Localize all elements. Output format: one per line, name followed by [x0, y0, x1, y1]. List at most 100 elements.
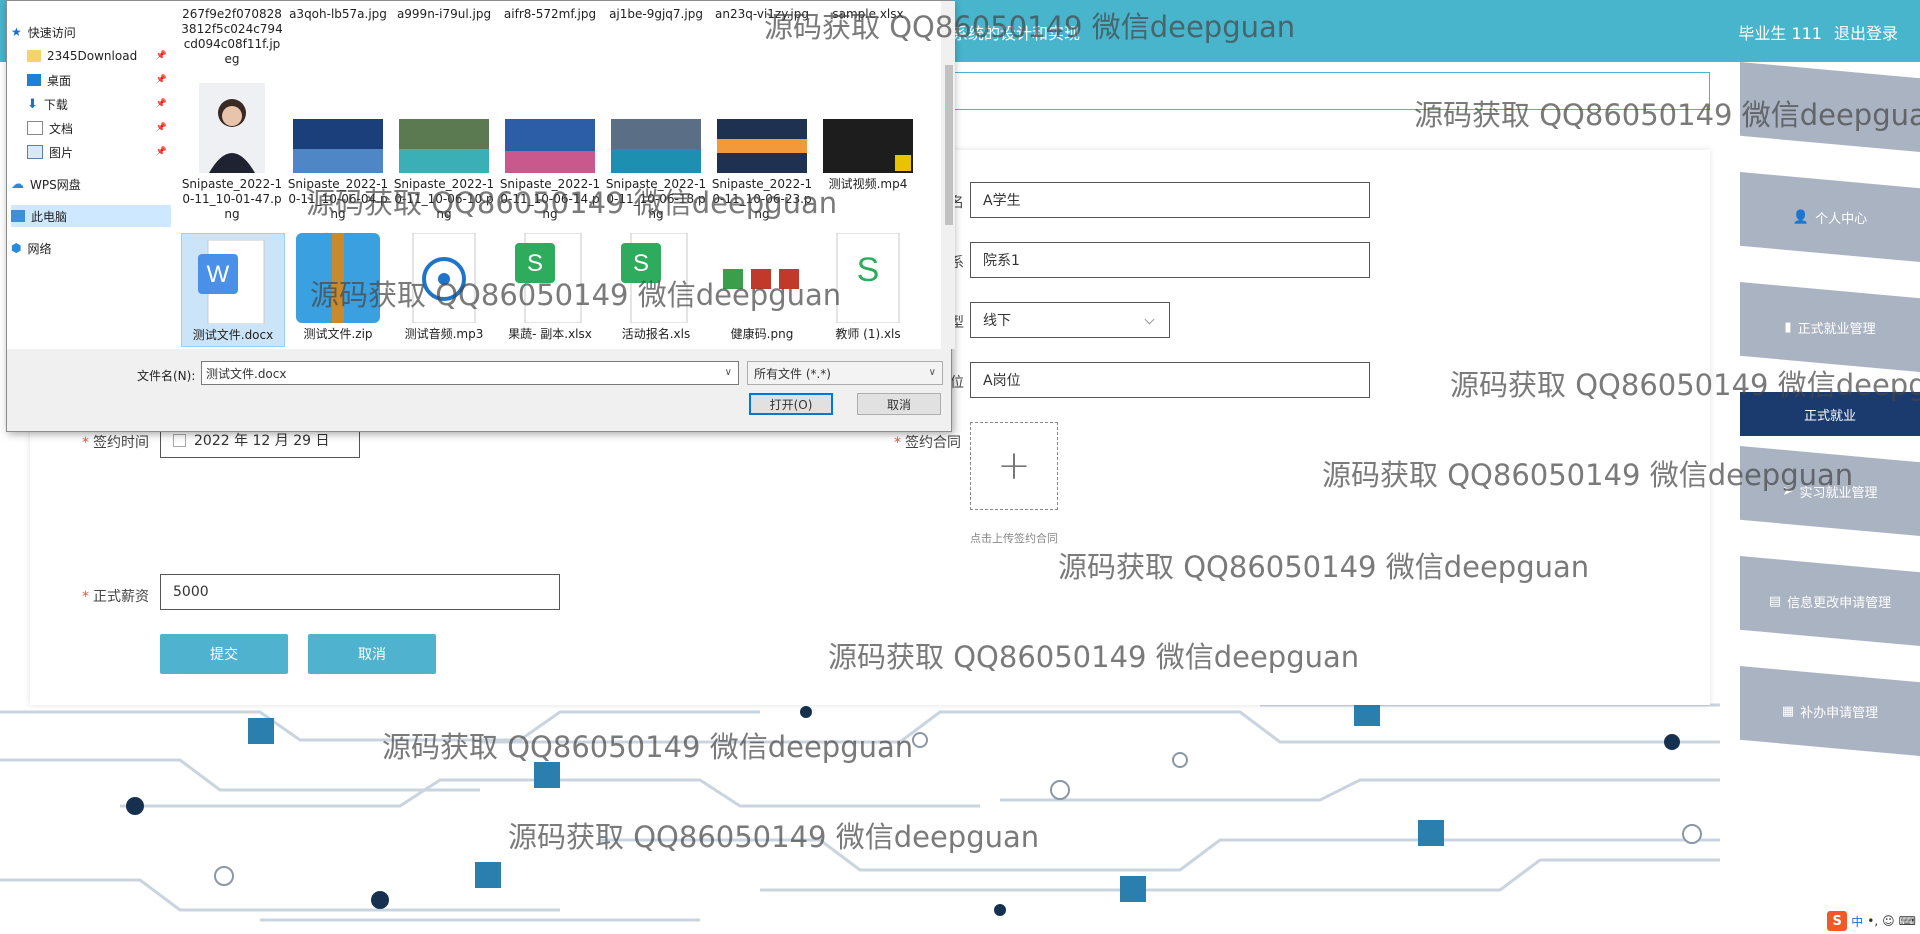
- desktop-icon: [27, 74, 41, 86]
- file-name: Snipaste_2022-10-11_10-06-18.png: [605, 177, 707, 221]
- nav-label: 下载: [43, 97, 68, 112]
- grid-icon: ▦: [1781, 703, 1795, 719]
- sidebar-item-reissue[interactable]: ▦ 补办申请管理: [1740, 666, 1920, 756]
- dept-field[interactable]: 院系1: [970, 242, 1370, 278]
- ime-mode[interactable]: 中: [1851, 913, 1863, 930]
- nav-downloads[interactable]: ⬇ 下载 📌: [27, 93, 171, 115]
- svg-text:S: S: [527, 250, 543, 277]
- sidebar-item-personal-center[interactable]: 👤 个人中心: [1740, 172, 1920, 262]
- file-item[interactable]: a3qoh-lb57a.jpg: [287, 7, 389, 22]
- sogou-ime-icon[interactable]: S: [1827, 911, 1848, 931]
- file-name: Snipaste_2022-10-11_10-06-14.png: [499, 177, 601, 221]
- network-icon: ⬢: [11, 241, 22, 255]
- file-item[interactable]: a999n-i79ul.jpg: [393, 7, 495, 22]
- file-name: Snipaste_2022-10-11_10-06-10.png: [393, 177, 495, 221]
- contract-upload[interactable]: +: [970, 422, 1058, 510]
- file-item[interactable]: sample.xlsx: [817, 7, 919, 22]
- picture-icon: [27, 145, 43, 159]
- file-item[interactable]: 267f9e2f0708283812f5c024c794cd094c08f11f…: [181, 7, 283, 67]
- sidebar-item-employment[interactable]: 正式就业: [1740, 392, 1920, 436]
- file-name: 教师 (1).xls: [835, 327, 901, 341]
- file-item[interactable]: Snipaste_2022-10-11_10-06-04.png: [287, 119, 389, 222]
- system-tray: S 中 •, ☺ ⌨: [1827, 910, 1916, 932]
- sidebar-item-internship-management[interactable]: ➤ 实习就业管理: [1740, 446, 1920, 536]
- name-field[interactable]: A学生: [970, 182, 1370, 218]
- file-item[interactable]: Snipaste_2022-10-11_10-01-47.png: [181, 83, 283, 222]
- nav-2345download[interactable]: 2345Download 📌: [27, 45, 171, 67]
- nav-pictures[interactable]: 图片 📌: [27, 141, 171, 163]
- sidebar-item-label: 补办申请管理: [1800, 705, 1879, 721]
- file-name: an23q-vi1zy.jpg: [715, 7, 809, 21]
- image-thumbnail: [505, 119, 595, 173]
- position-field[interactable]: A岗位: [970, 362, 1370, 398]
- upload-hint: 点击上传签约合同: [970, 532, 1058, 545]
- nav-desktop[interactable]: 桌面 📌: [27, 69, 171, 91]
- video-thumbnail: [823, 119, 913, 173]
- file-type-select[interactable]: 所有文件 (*.*) ∨: [747, 361, 943, 385]
- file-item[interactable]: aj1be-9gjq7.jpg: [605, 7, 707, 22]
- file-item[interactable]: Snipaste_2022-10-11_10-06-14.png: [499, 119, 601, 222]
- send-icon: ➤: [1782, 483, 1794, 499]
- contract-label: * 签约合同: [894, 432, 961, 452]
- file-open-dialog: ★ 快速访问 2345Download 📌 桌面 📌 ⬇ 下载 📌 文档 📌 图…: [6, 0, 955, 432]
- nav-label: 快速访问: [27, 25, 76, 40]
- dialog-cancel-button[interactable]: 取消: [857, 393, 941, 415]
- dialog-navigation-pane: ★ 快速访问 2345Download 📌 桌面 📌 ⬇ 下载 📌 文档 📌 图…: [7, 1, 179, 349]
- image-thumbnail: [717, 233, 807, 323]
- logout-link[interactable]: 退出登录: [1834, 20, 1898, 44]
- image-thumbnail: [293, 119, 383, 173]
- nav-quick-access[interactable]: ★ 快速访问: [11, 21, 171, 43]
- portrait-thumbnail: [199, 83, 265, 173]
- chevron-down-icon[interactable]: ∨: [725, 367, 732, 378]
- chevron-down-icon[interactable]: ∨: [929, 367, 936, 378]
- scrollbar-thumb[interactable]: [945, 65, 953, 225]
- nav-this-pc[interactable]: 此电脑: [11, 205, 171, 227]
- file-name: Snipaste_2022-10-11_10-06-23.png: [711, 177, 813, 221]
- file-item[interactable]: 健康码.png: [711, 233, 813, 342]
- nav-documents[interactable]: 文档 📌: [27, 117, 171, 139]
- sidebar-item-label: 信息更改申请管理: [1787, 595, 1892, 611]
- nav-network[interactable]: ⬢ 网络: [11, 237, 171, 259]
- word-document-icon: W: [198, 240, 265, 324]
- nav-label: 图片: [49, 145, 74, 160]
- type-select[interactable]: 线下: [970, 302, 1170, 338]
- file-item[interactable]: an23q-vi1zy.jpg: [711, 7, 813, 22]
- cloud-icon: ☁: [11, 176, 24, 192]
- file-item[interactable]: aifr8-572mf.jpg: [499, 7, 601, 22]
- keyboard-icon[interactable]: ⌨: [1899, 914, 1916, 928]
- file-item[interactable]: Snipaste_2022-10-11_10-06-18.png: [605, 119, 707, 222]
- contract-label-text: 签约合同: [905, 435, 961, 451]
- file-item[interactable]: S 活动报名.xls: [605, 233, 707, 342]
- punctuation-mode[interactable]: •,: [1867, 914, 1878, 928]
- nav-wps-cloud[interactable]: ☁ WPS网盘: [11, 173, 171, 195]
- file-name: aj1be-9gjq7.jpg: [609, 7, 703, 21]
- folder-icon: [27, 50, 41, 62]
- file-name: 健康码.png: [730, 327, 794, 341]
- open-button[interactable]: 打开(O): [749, 393, 833, 415]
- file-item[interactable]: 测试视频.mp4: [817, 119, 919, 192]
- file-item[interactable]: S 教师 (1).xls: [817, 233, 919, 342]
- nav-label: 桌面: [47, 73, 72, 88]
- cancel-button[interactable]: 取消: [308, 634, 436, 674]
- file-name: a999n-i79ul.jpg: [396, 7, 492, 21]
- submit-button[interactable]: 提交: [160, 634, 288, 674]
- file-item-selected[interactable]: W 测试文件.docx: [181, 233, 285, 347]
- file-name: 测试文件.zip: [303, 327, 373, 341]
- file-name: aifr8-572mf.jpg: [503, 7, 597, 21]
- file-item[interactable]: Snipaste_2022-10-11_10-06-10.png: [393, 119, 495, 222]
- nav-label: 网络: [27, 241, 52, 256]
- salary-field[interactable]: 5000: [160, 574, 560, 610]
- file-item[interactable]: 测试音频.mp3: [393, 233, 495, 342]
- sidebar-item-employment-management[interactable]: ▮ 正式就业管理: [1740, 282, 1920, 372]
- emoji-icon[interactable]: ☺: [1882, 914, 1895, 928]
- current-user: 毕业生 111: [1738, 24, 1822, 43]
- sidebar-item-placeholder[interactable]: [1740, 62, 1920, 152]
- file-item[interactable]: 测试文件.zip: [287, 233, 389, 342]
- file-item[interactable]: S 果蔬- 副本.xlsx: [499, 233, 601, 342]
- zip-archive-icon: [296, 233, 380, 323]
- file-item[interactable]: Snipaste_2022-10-11_10-06-23.png: [711, 119, 813, 222]
- filename-input[interactable]: 测试文件.docx ∨: [201, 361, 739, 385]
- sidebar-item-label: 正式就业: [1803, 408, 1856, 424]
- sidebar-item-info-change[interactable]: ▤ 信息更改申请管理: [1740, 556, 1920, 646]
- file-list-scrollbar[interactable]: [943, 1, 955, 349]
